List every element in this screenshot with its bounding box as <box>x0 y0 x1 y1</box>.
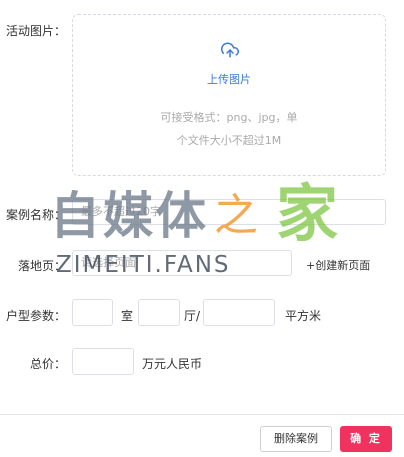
activity-image-label: 活动图片： <box>5 24 66 38</box>
upload-cloud-icon <box>221 42 239 58</box>
hall-count-input[interactable] <box>138 299 180 326</box>
confirm-button[interactable]: 确 定 <box>340 426 392 452</box>
image-upload-area[interactable]: 上传图片 可接受格式：png、jpg，单 个文件大小不超过1M <box>72 14 386 176</box>
upload-image-text[interactable]: 上传图片 <box>73 71 385 87</box>
watermark-en-text: ZIMEITI.FANS <box>56 252 231 278</box>
delete-case-button[interactable]: 删除案例 <box>260 426 332 452</box>
floor-plan-label: 户型参数： <box>5 309 66 323</box>
create-new-page-link[interactable]: +创建新页面 <box>306 257 370 273</box>
hall-unit: 厅/ <box>184 309 201 323</box>
format-hint-line1: 可接受格式：png、jpg，单 <box>160 111 298 124</box>
total-price-label: 总价： <box>29 357 66 371</box>
watermark-cn-text: 自媒体 <box>50 187 209 245</box>
area-unit: 平方米 <box>285 309 322 323</box>
total-price-input[interactable] <box>72 348 134 375</box>
footer-divider <box>0 414 404 415</box>
room-unit: 室 <box>121 309 134 323</box>
format-hint-line2: 个文件大小不超过1M <box>176 134 282 147</box>
area-input[interactable] <box>203 299 275 326</box>
watermark-zhi: 之 <box>214 190 258 241</box>
total-price-unit: 万元人民币 <box>142 357 203 371</box>
watermark-jia: 家 <box>276 177 339 250</box>
room-count-input[interactable] <box>72 299 113 326</box>
